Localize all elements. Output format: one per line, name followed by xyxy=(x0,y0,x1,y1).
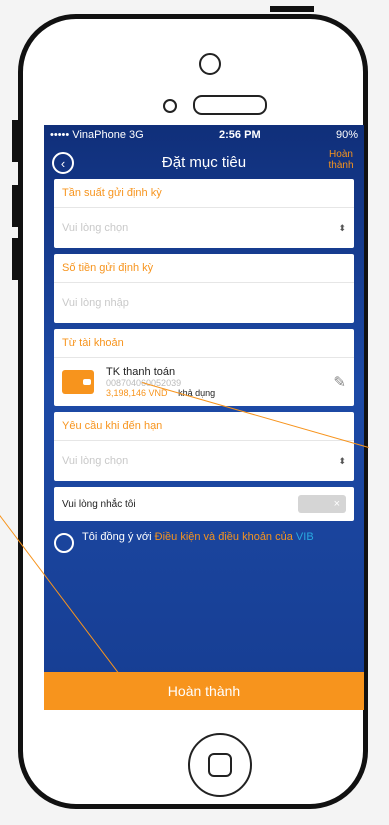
account-number: 008704060052039 xyxy=(106,378,333,388)
frequency-placeholder: Vui lòng chọn xyxy=(62,222,129,234)
amount-label: Số tiền gửi định kỳ xyxy=(54,254,354,283)
account-name: TK thanh toán xyxy=(106,366,176,378)
terms-link[interactable]: Điều kiện và điều khoản của xyxy=(155,531,293,543)
wallet-icon xyxy=(62,370,94,394)
terms-lead: Tôi đồng ý với xyxy=(82,531,152,543)
app-screen: ••••• VinaPhone 3G 2:56 PM 90% ‹ Đặt mục… xyxy=(44,125,364,710)
amount-card: Số tiền gửi định kỳ Vui lòng nhập xyxy=(54,254,354,323)
back-button[interactable]: ‹ xyxy=(52,152,74,174)
frequency-select[interactable]: Vui lòng chọn ⬍ xyxy=(54,208,354,248)
amount-placeholder: Vui lòng nhập xyxy=(62,297,129,309)
chevron-left-icon: ‹ xyxy=(60,155,66,171)
due-placeholder: Vui lòng chọn xyxy=(62,455,129,467)
reminder-label: Vui lòng nhắc tôi xyxy=(62,498,136,510)
top-button xyxy=(270,6,314,12)
due-select[interactable]: Vui lòng chọn ⬍ xyxy=(54,441,354,481)
account-card: Từ tài khoản TK thanh toán 0087040600520… xyxy=(54,329,354,406)
reminder-toggle[interactable]: × xyxy=(298,495,346,513)
toggle-close-icon: × xyxy=(333,498,340,510)
terms-text: Tôi đồng ý với Điều kiện và điều khoản c… xyxy=(82,531,314,544)
time-text: 2:56 PM xyxy=(219,129,261,141)
status-bar: ••••• VinaPhone 3G 2:56 PM 90% xyxy=(44,125,364,145)
terms-brand-link[interactable]: VIB xyxy=(296,531,314,543)
frequency-label: Tần suất gửi định kỳ xyxy=(54,179,354,208)
balance-value: 3,198,146 VND xyxy=(106,388,168,398)
select-arrows-icon: ⬍ xyxy=(338,222,346,233)
sensor-icon xyxy=(163,99,177,113)
edit-pencil-icon[interactable]: ✎ xyxy=(333,373,346,391)
account-label: Từ tài khoản xyxy=(54,329,354,358)
carrier-text: ••••• VinaPhone 3G xyxy=(50,129,144,141)
page-title: Đặt mục tiêu xyxy=(161,153,247,171)
amount-input[interactable]: Vui lòng nhập xyxy=(54,283,354,323)
select-arrows-icon: ⬍ xyxy=(338,455,346,466)
speaker-icon xyxy=(193,95,267,115)
terms-row: Tôi đồng ý với Điều kiện và điều khoản c… xyxy=(54,527,354,557)
battery-text: 90% xyxy=(335,129,358,141)
reminder-row: Vui lòng nhắc tôi × xyxy=(54,487,354,521)
account-balance: 3,198,146 VND khả dụng xyxy=(106,388,333,398)
due-card: Yêu cầu khi đến hạn Vui lòng chọn ⬍ xyxy=(54,412,354,481)
terms-checkbox[interactable] xyxy=(54,533,74,553)
frequency-card: Tần suất gửi định kỳ Vui lòng chọn ⬍ xyxy=(54,179,354,248)
home-button[interactable] xyxy=(188,733,252,797)
nav-bar: ‹ Đặt mục tiêu Hoàn thành xyxy=(44,145,364,179)
front-camera-icon xyxy=(199,53,221,75)
due-label: Yêu cầu khi đến hạn xyxy=(54,412,354,441)
done-button[interactable]: Hoàn thành xyxy=(324,149,358,171)
submit-button[interactable]: Hoàn thành xyxy=(44,672,364,710)
home-square-icon xyxy=(208,753,232,777)
